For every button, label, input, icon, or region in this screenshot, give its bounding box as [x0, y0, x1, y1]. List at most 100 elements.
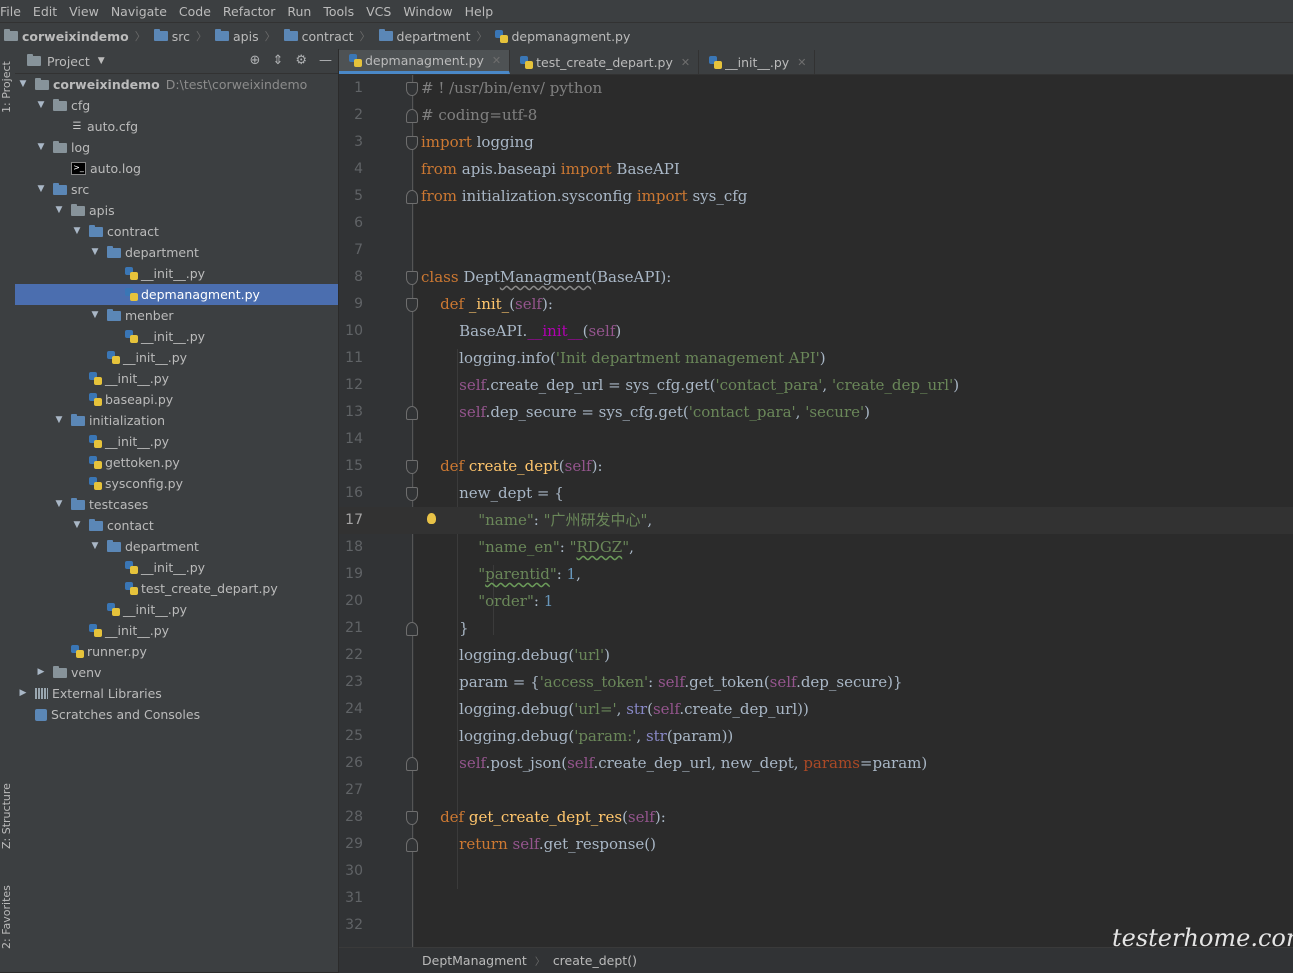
editor-tab[interactable]: __init__.py ✕	[699, 50, 816, 74]
code-line[interactable]: 8 class DeptManagment(BaseAPI):	[339, 264, 1293, 291]
tree-item[interactable]: test_create_depart.py	[15, 578, 338, 599]
expand-arrow-icon[interactable]: ▼	[53, 410, 65, 431]
close-icon[interactable]: ✕	[492, 54, 501, 67]
tree-item[interactable]: ▼ log	[15, 137, 338, 158]
menu-navigate[interactable]: Navigate	[105, 4, 173, 19]
fold-marker-icon[interactable]	[406, 757, 418, 771]
breadcrumb-item[interactable]: corweixindemo 〉	[0, 28, 150, 44]
tree-item[interactable]: ▶ External Libraries	[15, 683, 338, 704]
code-line[interactable]: 25 logging.debug('param:', str(param))	[339, 723, 1293, 750]
chevron-down-icon[interactable]: ▼	[98, 56, 105, 66]
fold-marker-icon[interactable]	[406, 298, 418, 312]
breadcrumb-item[interactable]: department 〉	[375, 28, 492, 44]
menu-refactor[interactable]: Refactor	[217, 4, 281, 19]
tree-item[interactable]: sysconfig.py	[15, 473, 338, 494]
expand-arrow-icon[interactable]: ▼	[53, 494, 65, 515]
tree-item[interactable]: ▼ initialization	[15, 410, 338, 431]
code-line[interactable]: 23 param = {'access_token': self.get_tok…	[339, 669, 1293, 696]
code-line[interactable]: 12 self.create_dep_url = sys_cfg.get('co…	[339, 372, 1293, 399]
tree-item[interactable]: __init__.py	[15, 368, 338, 389]
breadcrumb-item[interactable]: depmanagment.py	[491, 29, 630, 44]
menu-run[interactable]: Run	[281, 4, 317, 19]
code-line[interactable]: 15 def create_dept(self):	[339, 453, 1293, 480]
fold-marker-icon[interactable]	[406, 406, 418, 420]
code-line[interactable]: 21 }	[339, 615, 1293, 642]
code-line[interactable]: 27	[339, 777, 1293, 804]
tree-item[interactable]: ▼ testcases	[15, 494, 338, 515]
code-line[interactable]: 9 def _init_(self):	[339, 291, 1293, 318]
tree-item[interactable]: depmanagment.py	[15, 284, 338, 305]
code-line[interactable]: 28 def get_create_dept_res(self):	[339, 804, 1293, 831]
code-line[interactable]: 18 "name_en": "RDGZ",	[339, 534, 1293, 561]
code-line[interactable]: 31	[339, 885, 1293, 912]
expand-arrow-icon[interactable]: ▼	[17, 74, 29, 95]
code-line[interactable]: 7	[339, 237, 1293, 264]
status-crumb-class[interactable]: DeptManagment	[422, 953, 527, 968]
tree-item[interactable]: __init__.py	[15, 263, 338, 284]
locate-icon[interactable]: ⊕	[250, 53, 261, 68]
menu-window[interactable]: Window	[397, 4, 458, 19]
code-line[interactable]: 19 "parentid": 1,	[339, 561, 1293, 588]
fold-marker-icon[interactable]	[406, 460, 418, 474]
tree-item[interactable]: ▼ department	[15, 242, 338, 263]
expand-arrow-icon[interactable]: ▼	[35, 95, 47, 116]
tree-item[interactable]: __init__.py	[15, 557, 338, 578]
expand-arrow-icon[interactable]: ▼	[53, 200, 65, 221]
tree-item[interactable]: __init__.py	[15, 326, 338, 347]
expand-arrow-icon[interactable]: ▼	[71, 515, 83, 536]
tree-item[interactable]: >_ auto.log	[15, 158, 338, 179]
menu-help[interactable]: Help	[459, 4, 500, 19]
breadcrumb-item[interactable]: contract 〉	[280, 28, 375, 44]
editor-tab[interactable]: depmanagment.py ✕	[339, 50, 511, 74]
breadcrumb-item[interactable]: apis 〉	[211, 28, 280, 44]
fold-marker-icon[interactable]	[406, 190, 418, 204]
tree-item[interactable]: __init__.py	[15, 599, 338, 620]
menu-code[interactable]: Code	[173, 4, 217, 19]
menu-vcs[interactable]: VCS	[360, 4, 397, 19]
status-crumb-method[interactable]: create_dept()	[553, 953, 637, 968]
tree-item[interactable]: baseapi.py	[15, 389, 338, 410]
hide-icon[interactable]: —	[319, 53, 332, 68]
code-line[interactable]: 22 logging.debug('url')	[339, 642, 1293, 669]
code-line[interactable]: 20 "order": 1	[339, 588, 1293, 615]
close-icon[interactable]: ✕	[681, 56, 690, 69]
tree-item[interactable]: ☰ auto.cfg	[15, 116, 338, 137]
code-line[interactable]: 30	[339, 858, 1293, 885]
tree-item[interactable]: ▼ contact	[15, 515, 338, 536]
expand-arrow-icon[interactable]: ▼	[89, 242, 101, 263]
tree-item[interactable]: ▼ apis	[15, 200, 338, 221]
tree-item[interactable]: ▼ menber	[15, 305, 338, 326]
code-line[interactable]: 17 "name": "广州研发中心",	[339, 507, 1293, 534]
expand-arrow-icon[interactable]: ▼	[89, 536, 101, 557]
collapse-all-icon[interactable]: ⇕	[272, 53, 283, 68]
tree-item[interactable]: ▼ src	[15, 179, 338, 200]
tree-item[interactable]: __init__.py	[15, 620, 338, 641]
code-line[interactable]: 16 new_dept = {	[339, 480, 1293, 507]
tree-item[interactable]: ▼ contract	[15, 221, 338, 242]
expand-arrow-icon[interactable]: ▼	[35, 137, 47, 158]
project-tool-button[interactable]: 1: Project	[0, 53, 15, 113]
fold-marker-icon[interactable]	[406, 271, 418, 285]
code-line[interactable]: 1 # ! /usr/bin/env/ python	[339, 75, 1293, 102]
code-line[interactable]: 26 self.post_json(self.create_dep_url, n…	[339, 750, 1293, 777]
tree-item[interactable]: ▼ corweixindemo D:\test\corweixindemo	[15, 74, 338, 95]
menu-file[interactable]: File	[0, 4, 27, 19]
project-tree[interactable]: ▼ corweixindemo D:\test\corweixindemo ▼ cfg ☰…	[15, 74, 338, 725]
code-line[interactable]: 29 return self.get_response()	[339, 831, 1293, 858]
gear-icon[interactable]: ⚙	[295, 53, 307, 68]
fold-marker-icon[interactable]	[406, 838, 418, 852]
tree-item[interactable]: __init__.py	[15, 431, 338, 452]
code-line[interactable]: 10 BaseAPI.__init__(self)	[339, 318, 1293, 345]
fold-marker-icon[interactable]	[406, 109, 418, 123]
fold-marker-icon[interactable]	[406, 136, 418, 150]
structure-tool-button[interactable]: Z: Structure	[0, 779, 15, 849]
close-icon[interactable]: ✕	[797, 56, 806, 69]
expand-arrow-icon[interactable]: ▼	[35, 179, 47, 200]
menu-tools[interactable]: Tools	[317, 4, 360, 19]
collapse-arrow-icon[interactable]: ▶	[17, 683, 29, 704]
tree-item[interactable]: runner.py	[15, 641, 338, 662]
breadcrumb-item[interactable]: src 〉	[150, 28, 211, 44]
tree-item[interactable]: __init__.py	[15, 347, 338, 368]
tree-item[interactable]: ▼ cfg	[15, 95, 338, 116]
code-line[interactable]: 5 from initialization.sysconfig import sy…	[339, 183, 1293, 210]
